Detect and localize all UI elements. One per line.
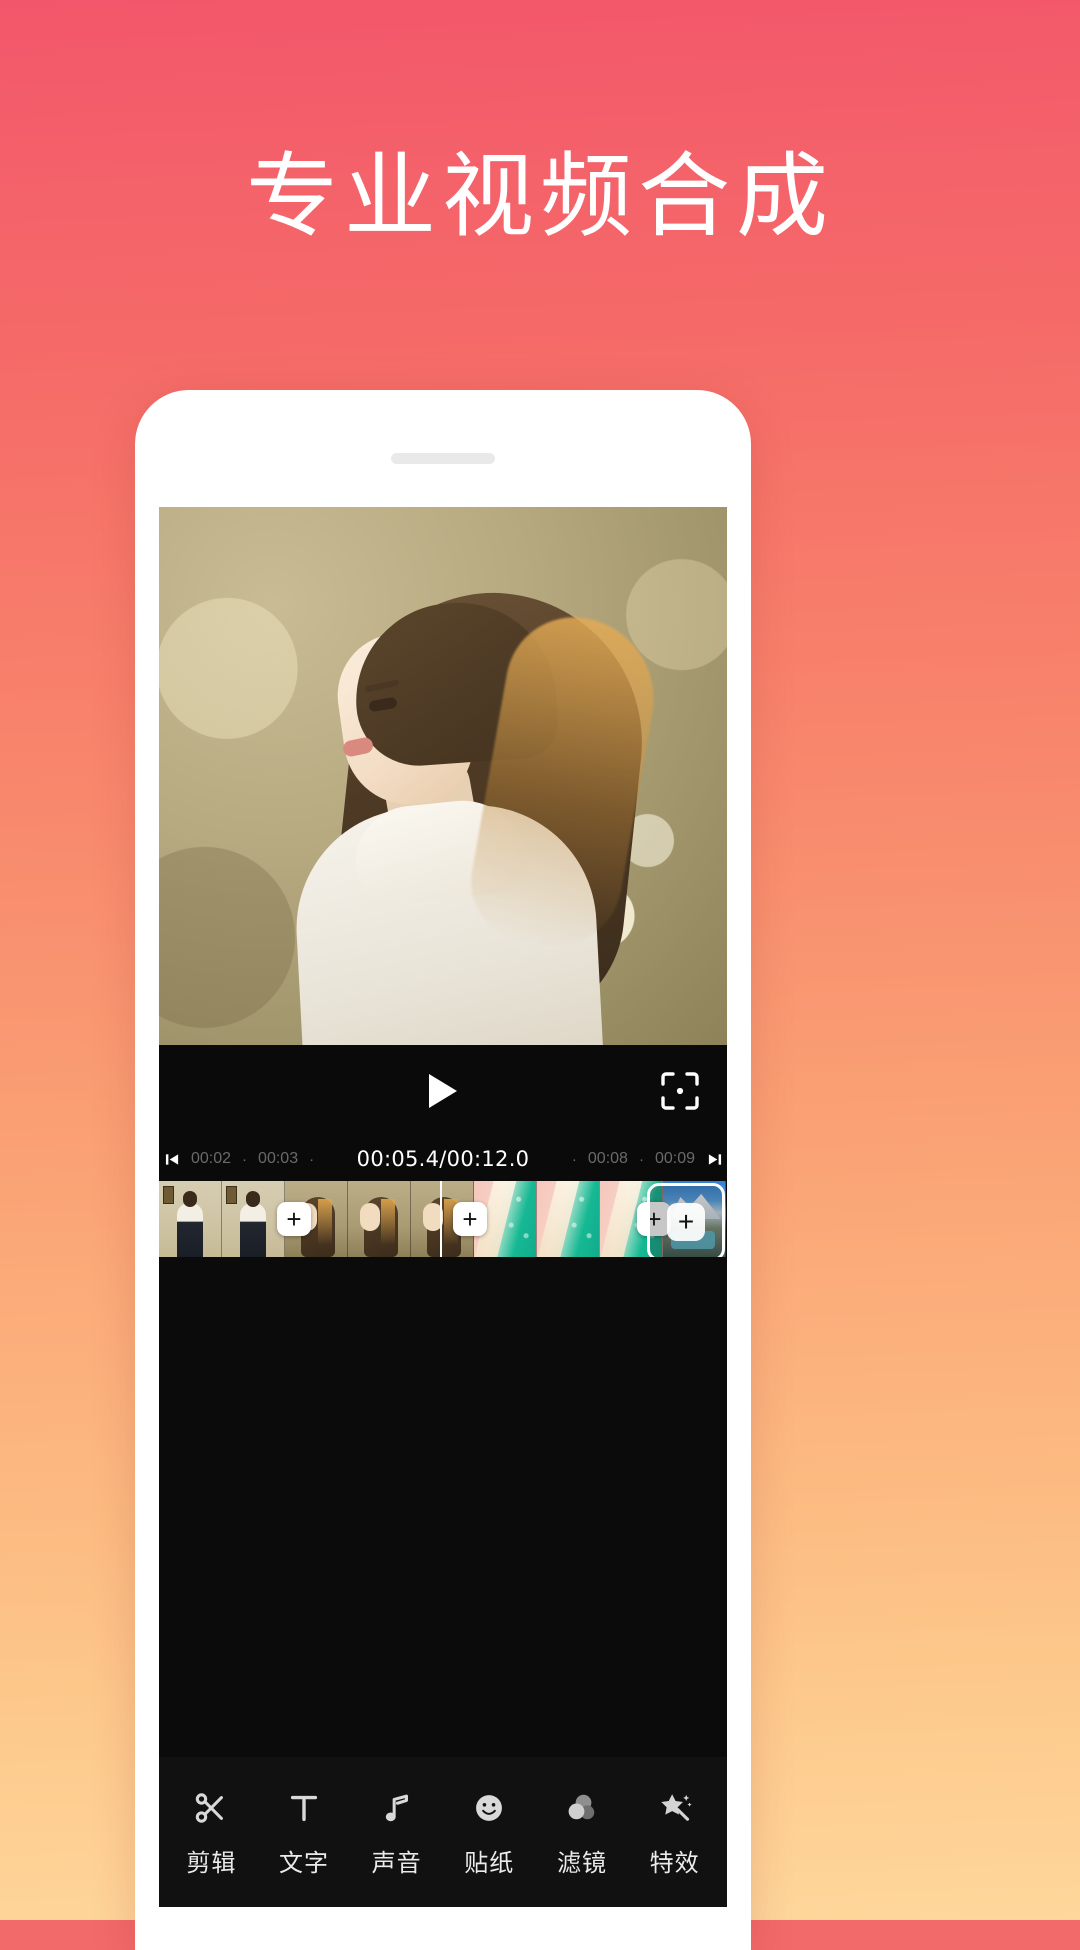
clip-thumbnail — [222, 1181, 285, 1257]
tool-text[interactable]: 文字 — [263, 1787, 345, 1878]
ruler-dot: · — [571, 1150, 577, 1168]
filter-circles-icon — [563, 1787, 601, 1829]
ruler-tick: 00:09 — [654, 1150, 695, 1167]
tool-effects[interactable]: 特效 — [634, 1787, 716, 1878]
tool-label: 滤镜 — [556, 1848, 607, 1877]
clip-thumbnail — [159, 1181, 222, 1257]
empty-track-area — [159, 1257, 727, 1625]
video-preview[interactable] — [159, 507, 727, 1045]
skip-to-start-icon[interactable] — [159, 1152, 185, 1167]
tool-label: 特效 — [649, 1848, 700, 1877]
tool-trim[interactable]: 剪辑 — [170, 1787, 252, 1878]
timeline-clip[interactable] — [285, 1181, 474, 1257]
ruler-tick: 00:03 — [258, 1150, 299, 1167]
clip-thumbnail — [537, 1181, 600, 1257]
tool-label: 声音 — [371, 1848, 422, 1877]
ruler-tick: 00:02 — [191, 1150, 232, 1167]
phone-mockup: 00:02 · 00:03 · 00:05.4/00:12.0 · 00:08 … — [135, 390, 751, 1950]
tool-label: 贴纸 — [464, 1848, 515, 1877]
playhead[interactable] — [440, 1181, 442, 1257]
timeline-clip[interactable] — [474, 1181, 663, 1257]
editor-toolbar: 剪辑 文字 声音 贴纸 滤镜 特效 — [159, 1757, 727, 1907]
smiley-icon — [470, 1787, 508, 1829]
clip-thumbnail — [348, 1181, 411, 1257]
player-control-bar — [159, 1045, 727, 1137]
play-button[interactable] — [429, 1074, 457, 1108]
magic-wand-star-icon — [656, 1787, 694, 1829]
plus-icon: + — [667, 1203, 705, 1241]
tool-filter[interactable]: 滤镜 — [541, 1787, 623, 1878]
add-transition-button[interactable]: + — [453, 1202, 487, 1236]
fullscreen-icon[interactable] — [657, 1068, 703, 1114]
page-title: 专业视频合成 — [245, 143, 834, 250]
filmstrip-track[interactable]: + + + + — [159, 1181, 727, 1257]
ruler-tick: 00:08 — [587, 1150, 628, 1167]
append-clip-button[interactable]: + — [647, 1183, 725, 1257]
phone-speaker — [391, 453, 495, 464]
ruler-dot: · — [638, 1150, 644, 1168]
add-transition-button[interactable]: + — [277, 1202, 311, 1236]
skip-to-end-icon[interactable] — [701, 1152, 727, 1167]
ruler-dot: · — [242, 1150, 248, 1168]
timeline-ruler[interactable]: 00:02 · 00:03 · 00:05.4/00:12.0 · 00:08 … — [159, 1137, 727, 1181]
tool-label: 剪辑 — [186, 1848, 237, 1877]
app-screen: 00:02 · 00:03 · 00:05.4/00:12.0 · 00:08 … — [159, 507, 727, 1907]
preview-subject — [159, 507, 727, 1045]
timeline-clip[interactable] — [159, 1181, 285, 1257]
tool-sticker[interactable]: 贴纸 — [448, 1787, 530, 1878]
tool-audio[interactable]: 声音 — [356, 1787, 438, 1878]
promo-screen: 专业视频合成 00:02 · 00:03 · 00:05.4/00:12.0 ·… — [0, 0, 1080, 1950]
current-time-readout: 00:05.4/00:12.0 — [356, 1147, 530, 1171]
tool-label: 文字 — [278, 1848, 329, 1877]
music-note-icon — [378, 1787, 416, 1829]
ruler-dot: · — [309, 1150, 315, 1168]
text-t-icon — [285, 1787, 323, 1829]
scissors-icon — [192, 1787, 230, 1829]
